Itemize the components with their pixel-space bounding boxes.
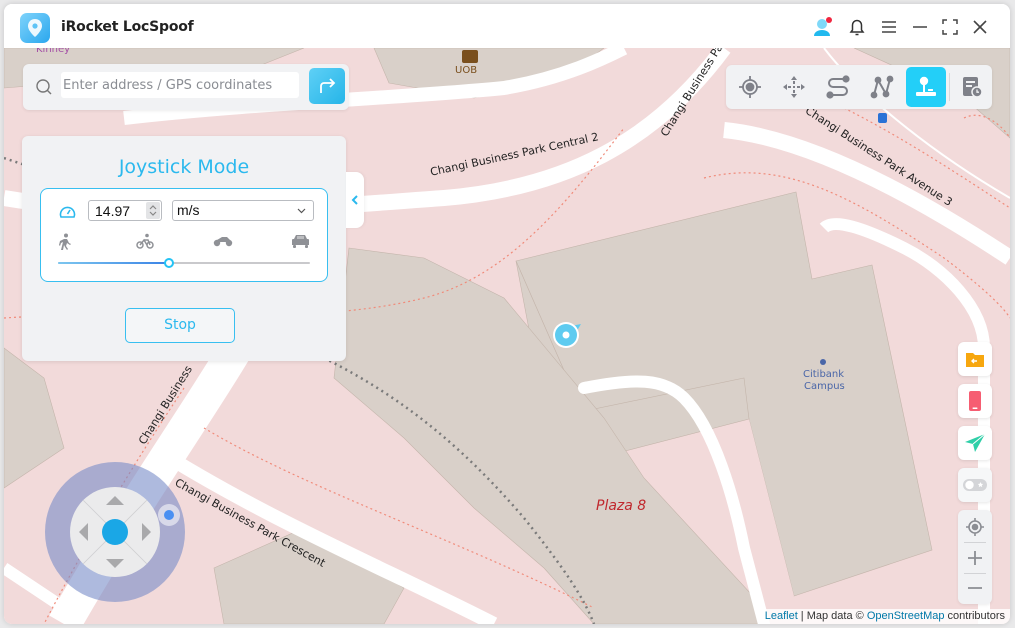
arrow-down-icon[interactable]	[106, 559, 124, 568]
send-location-button[interactable]	[958, 426, 992, 460]
bank-icon	[462, 50, 478, 63]
car-icon[interactable]	[291, 234, 310, 248]
attribution-text: | Map data ©	[797, 610, 867, 622]
speed-slider[interactable]	[58, 258, 310, 268]
locate-me-icon	[966, 518, 984, 536]
favorite-toggle-button[interactable]	[958, 468, 992, 502]
go-button[interactable]	[309, 68, 345, 104]
minimize-icon[interactable]	[909, 16, 931, 38]
arrow-right-icon[interactable]	[142, 523, 151, 541]
locate-me-button[interactable]	[958, 512, 992, 542]
app-logo	[20, 13, 50, 43]
fullscreen-icon[interactable]	[939, 16, 961, 38]
map-label-uob: UOB	[455, 65, 478, 76]
attribution-contributors: contributors	[944, 610, 1005, 622]
map-attribution: Leaflet | Map data © OpenStreetMap contr…	[759, 609, 1010, 624]
user-avatar-icon[interactable]	[812, 16, 834, 38]
crosshair-icon	[739, 76, 761, 98]
title-bar: iRocket LocSpoof	[4, 4, 1010, 48]
map-view[interactable]: Kinney UOB Changi Business Park Central …	[4, 48, 1010, 624]
joystick-mode-panel: Joystick Mode m/s	[22, 136, 346, 361]
speed-settings: m/s	[40, 188, 328, 282]
stepper-down-icon	[149, 211, 157, 216]
move-arrows-icon	[783, 76, 805, 98]
bell-icon[interactable]	[846, 16, 868, 38]
speed-stepper[interactable]	[146, 202, 160, 219]
arrow-left-icon[interactable]	[79, 523, 88, 541]
toolbar-divider	[949, 73, 950, 101]
zoom-in-icon	[968, 551, 982, 565]
search-icon	[36, 79, 52, 95]
joystick-direction-handle[interactable]	[158, 504, 180, 526]
multi-spot-route-icon	[870, 75, 894, 99]
search-bar	[23, 64, 349, 110]
joystick-control[interactable]	[45, 462, 185, 602]
joystick-mode-button[interactable]	[906, 67, 946, 107]
map-label-citibank: Citibank	[803, 369, 845, 380]
speed-slider-thumb[interactable]	[163, 258, 174, 268]
joystick-knob[interactable]	[102, 519, 128, 545]
redirect-arrow-icon	[320, 78, 336, 93]
chevron-left-icon	[351, 195, 358, 205]
walk-icon[interactable]	[59, 233, 73, 251]
two-spot-mode-button[interactable]	[818, 67, 858, 107]
speed-input[interactable]	[88, 200, 162, 221]
osm-link[interactable]: OpenStreetMap	[867, 610, 945, 622]
zoom-out-icon	[968, 587, 982, 589]
unit-select-value: m/s	[177, 202, 200, 218]
zoom-in-button[interactable]	[958, 543, 992, 573]
mode-toolbar	[726, 65, 992, 109]
motorcycle-icon[interactable]	[213, 235, 233, 247]
close-icon[interactable]	[969, 16, 991, 38]
panel-title: Joystick Mode	[118, 156, 250, 178]
device-button[interactable]	[958, 384, 992, 418]
map-label-plaza8: Plaza 8	[596, 498, 647, 514]
menu-icon[interactable]	[878, 16, 900, 38]
leaflet-link[interactable]: Leaflet	[765, 610, 798, 622]
chevron-down-icon	[297, 208, 306, 214]
multi-spot-mode-button[interactable]	[862, 67, 902, 107]
collapse-panel-button[interactable]	[346, 172, 364, 228]
poi-dot	[820, 359, 826, 365]
stepper-up-icon	[149, 205, 157, 210]
history-button[interactable]	[952, 67, 992, 107]
zoom-controls	[958, 510, 992, 604]
location-pin-icon	[28, 19, 42, 37]
teleport-mode-button[interactable]	[730, 67, 770, 107]
unit-select[interactable]: m/s	[172, 200, 314, 221]
speedometer-icon	[59, 206, 76, 218]
zoom-out-button[interactable]	[958, 573, 992, 603]
speed-value-field[interactable]	[95, 202, 143, 219]
stop-button[interactable]: Stop	[125, 308, 235, 343]
speed-slider-fill	[58, 262, 169, 264]
import-gpx-button[interactable]	[958, 342, 992, 376]
two-spot-route-icon	[826, 75, 850, 99]
app-window: iRocket LocSpoof Kinney UOB Changi Busin…	[4, 4, 1010, 624]
joystick-icon	[916, 76, 936, 96]
search-input[interactable]	[61, 72, 299, 98]
bus-stop-icon	[878, 113, 887, 123]
device-icon	[969, 391, 981, 411]
bike-icon[interactable]	[136, 233, 154, 249]
import-gpx-icon	[966, 353, 984, 367]
jump-teleport-mode-button[interactable]	[774, 67, 814, 107]
send-location-icon	[965, 433, 986, 452]
app-title: iRocket LocSpoof	[61, 19, 194, 35]
arrow-up-icon[interactable]	[106, 496, 124, 505]
toggle-icon	[963, 479, 987, 491]
map-label-kinney: Kinney	[36, 48, 71, 55]
map-label-campus: Campus	[804, 381, 845, 392]
current-location-marker[interactable]	[551, 320, 581, 350]
history-icon	[963, 77, 983, 98]
